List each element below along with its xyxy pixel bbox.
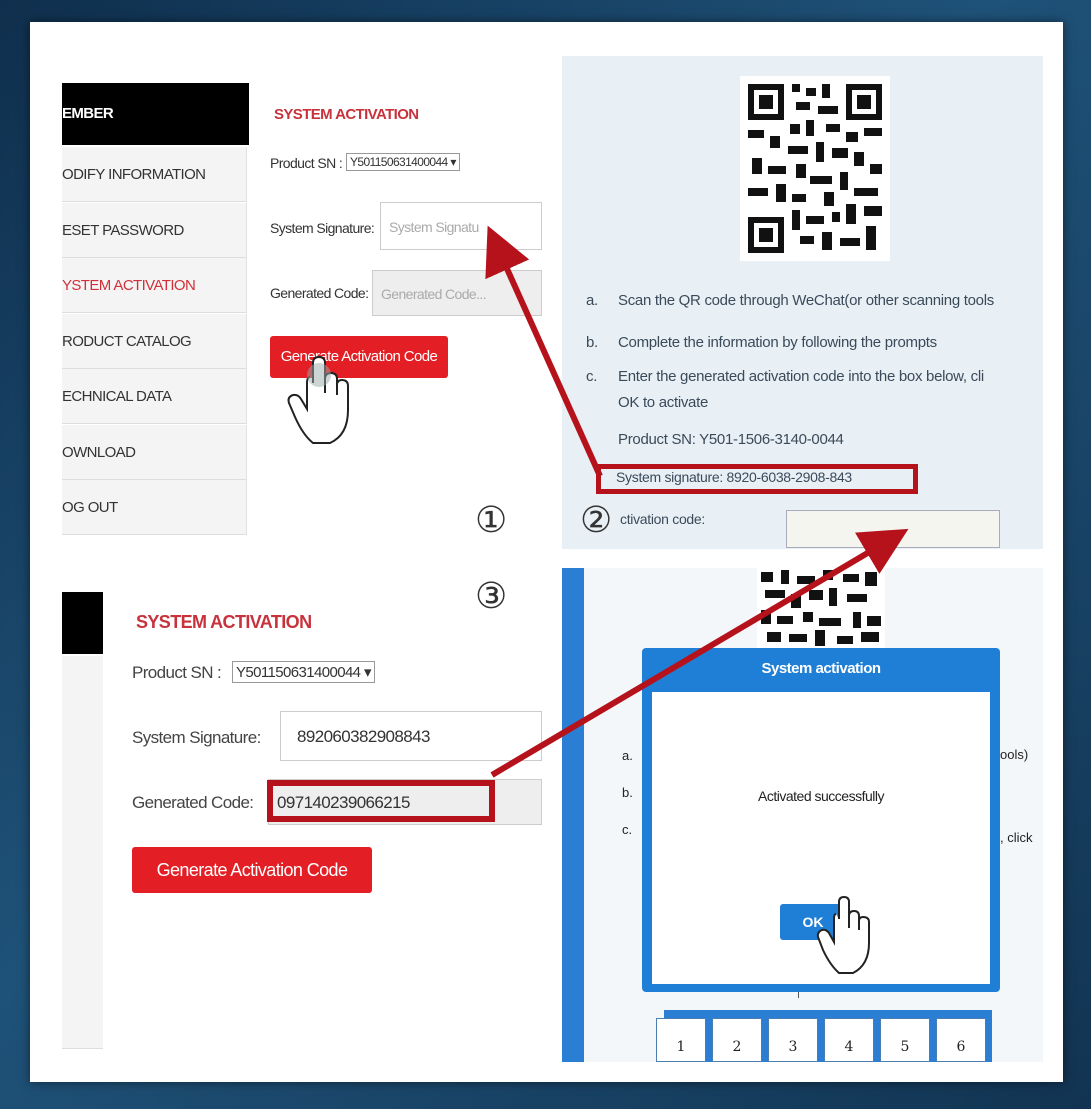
arrows-overlay <box>485 225 909 778</box>
arrow-signature-icon <box>485 225 603 478</box>
arrow-code-icon <box>490 528 909 778</box>
